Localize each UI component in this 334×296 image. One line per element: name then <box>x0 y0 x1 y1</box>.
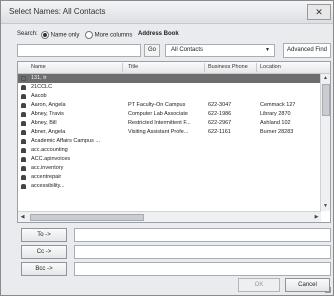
column-header-title[interactable]: Title <box>128 64 138 70</box>
close-button[interactable]: ✕ <box>307 4 331 20</box>
contact-name: 131, tr <box>31 75 47 81</box>
address-book-dropdown[interactable]: All Contacts ▼ <box>165 44 275 57</box>
user-icon <box>21 166 26 171</box>
scroll-right-icon[interactable]: ▶ <box>312 212 321 222</box>
radio-unselected-icon <box>85 31 93 39</box>
contact-phone: 622-3047 <box>208 102 232 108</box>
radio-selected-icon <box>41 31 49 39</box>
go-button[interactable]: Go <box>144 44 160 57</box>
contact-name: 21CCLC <box>31 84 53 90</box>
contact-name: acc.inventory <box>31 165 64 171</box>
column-header-row: Name Title Business Phone Location <box>18 62 330 74</box>
radio-more-columns[interactable]: More columns <box>85 31 132 39</box>
radio-name-only[interactable]: Name only <box>41 31 79 39</box>
contact-row[interactable]: ACC.apinvoices <box>18 155 320 164</box>
contact-title: Computer Lab Associate <box>128 111 188 117</box>
chevron-down-icon: ▼ <box>265 47 270 53</box>
contact-row[interactable]: Abney, Bill Restricted Intermittent F... 6… <box>18 119 320 128</box>
group-icon <box>21 76 26 81</box>
address-book-label: Address Book <box>138 31 179 37</box>
contact-row[interactable]: Abner, Angela Visiting Assistant Profe...… <box>18 128 320 137</box>
horizontal-scroll-thumb[interactable] <box>30 214 144 221</box>
cc-button[interactable]: Cc -> <box>21 245 67 259</box>
column-header-name[interactable]: Name <box>31 64 46 70</box>
contact-row[interactable]: accessibility... <box>18 182 320 191</box>
contact-title: Visiting Assistant Profe... <box>128 129 189 135</box>
bcc-field[interactable] <box>74 262 331 276</box>
contact-name: ACC.apinvoices <box>31 156 71 162</box>
contacts-list[interactable]: Name Title Business Phone Location 131, … <box>17 61 331 223</box>
contact-name: accentrepair <box>31 174 62 180</box>
contact-phone: 622-1986 <box>208 111 232 117</box>
contact-phone: 622-2967 <box>208 120 232 126</box>
contact-row[interactable]: 131, tr <box>18 74 320 83</box>
contact-row[interactable]: Academic Affairs Campus ... <box>18 137 320 146</box>
user-icon <box>21 139 26 144</box>
contact-row[interactable]: 21CCLC <box>18 83 320 92</box>
to-button[interactable]: To -> <box>21 228 67 242</box>
contact-name: acc.accounting <box>31 147 68 153</box>
contact-name: Aacob <box>31 93 47 99</box>
user-icon <box>21 121 26 126</box>
search-label: Search: <box>17 31 38 37</box>
user-icon <box>21 148 26 153</box>
bcc-button[interactable]: Bcc -> <box>21 262 67 276</box>
contact-name: Abney, Bill <box>31 120 57 126</box>
ok-button[interactable]: OK <box>238 278 280 292</box>
contact-location: Library 2870 <box>260 111 291 117</box>
cancel-button[interactable]: Cancel <box>285 278 330 292</box>
to-field[interactable] <box>74 228 331 242</box>
address-book-value: All Contacts <box>171 47 204 53</box>
scroll-up-icon[interactable]: ▲ <box>321 74 330 83</box>
column-separator[interactable] <box>256 63 257 72</box>
column-separator[interactable] <box>122 63 123 72</box>
radio-name-only-label: Name only <box>50 32 80 39</box>
contact-row[interactable]: Abney, Travis Computer Lab Associate 622-1… <box>18 110 320 119</box>
contact-name: Academic Affairs Campus ... <box>31 138 100 144</box>
contact-phone: 622-1161 <box>208 129 231 135</box>
column-header-phone[interactable]: Business Phone <box>208 64 248 70</box>
scroll-left-icon[interactable]: ◀ <box>18 212 27 222</box>
column-header-location[interactable]: Location <box>260 64 281 70</box>
contact-name: Abner, Angela <box>31 129 66 135</box>
contact-row[interactable]: Aacob <box>18 92 320 101</box>
title-bar: Select Names: All Contacts ✕ <box>1 1 333 24</box>
contact-row[interactable]: accentrepair <box>18 173 320 182</box>
cc-field[interactable] <box>74 245 331 259</box>
vertical-scrollbar[interactable]: ▲ ▼ <box>320 74 330 211</box>
user-icon <box>21 184 26 189</box>
contact-title: Restricted Intermittent F... <box>128 120 191 126</box>
resize-grip-icon[interactable] <box>325 287 331 293</box>
advanced-find-button[interactable]: Advanced Find <box>283 43 331 58</box>
user-icon <box>21 157 26 162</box>
window-title: Select Names: All Contacts <box>9 7 106 16</box>
user-icon <box>21 130 26 135</box>
user-icon <box>21 85 26 90</box>
contact-row[interactable]: Aaron, Angela PT Faculty-On Campus 622-304… <box>18 101 320 110</box>
search-input[interactable] <box>17 44 141 57</box>
contact-location: Cemmack 127 <box>260 102 296 108</box>
contact-title: PT Faculty-On Campus <box>128 102 186 108</box>
contact-row[interactable]: acc.inventory <box>18 164 320 173</box>
select-names-dialog: Select Names: All Contacts ✕ Search: Nam… <box>0 0 334 296</box>
radio-more-columns-label: More columns <box>94 32 133 39</box>
scroll-down-icon[interactable]: ▼ <box>321 202 330 211</box>
vertical-scroll-thumb[interactable] <box>322 84 330 116</box>
contact-location: Ashland 102 <box>260 120 291 126</box>
contact-name: accessibility... <box>31 183 65 189</box>
user-icon <box>21 112 26 117</box>
user-icon <box>21 103 26 108</box>
contact-location: Burner 28283 <box>260 129 294 135</box>
user-icon <box>21 94 26 99</box>
horizontal-scrollbar[interactable]: ◀ ▶ <box>18 211 321 222</box>
contact-row[interactable]: acc.accounting <box>18 146 320 155</box>
column-separator[interactable] <box>204 63 205 72</box>
contact-rows: 131, tr 21CCLC Aacob Aaron, Angela PT Facult… <box>18 74 320 191</box>
contact-name: Abney, Travis <box>31 111 64 117</box>
contact-name: Aaron, Angela <box>31 102 66 108</box>
user-icon <box>21 175 26 180</box>
